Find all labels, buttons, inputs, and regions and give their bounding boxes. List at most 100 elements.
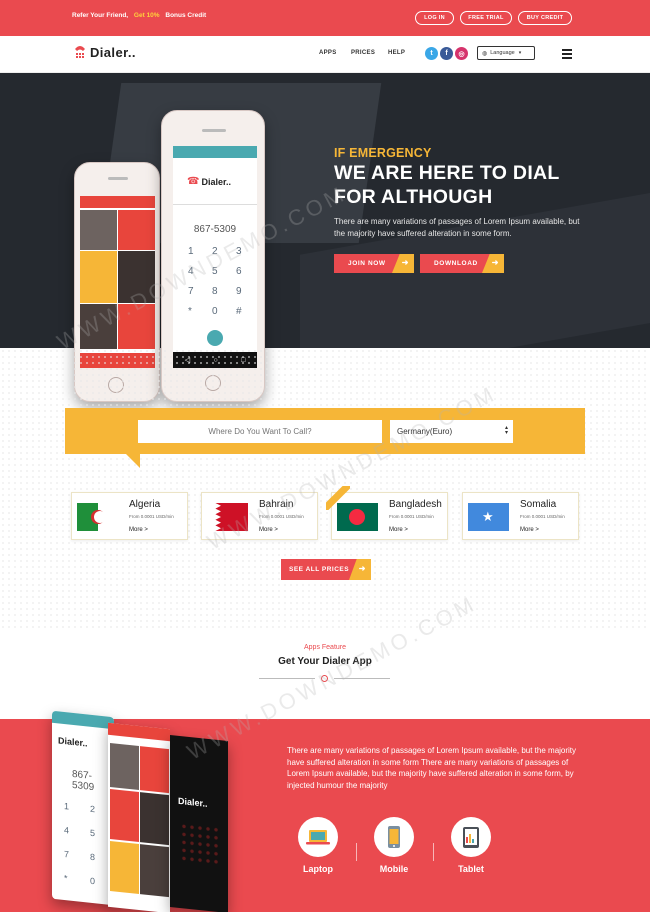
country-name: Bahrain (259, 499, 294, 510)
facebook-icon[interactable]: f (440, 47, 453, 60)
join-now-label: JOIN NOW (348, 260, 386, 267)
tablet-icon[interactable] (451, 817, 491, 857)
keypad-key: 0 (212, 306, 218, 317)
dialer-logo-icon: ☎ (187, 176, 200, 187)
country-more-link[interactable]: More > (520, 527, 539, 533)
title-divider-dot (321, 675, 328, 682)
hero-title: WE ARE HERE TO DIAL FOR ALTHOUGH (334, 162, 560, 208)
phone-app-name: Dialer.. (201, 176, 231, 187)
keypad-key: 4 (188, 266, 194, 277)
promo-left: Refer Your Friend, (72, 12, 129, 19)
keypad-key: * (188, 306, 192, 317)
country-rate: From 0.0001 USD/min (259, 514, 304, 519)
main-nav: Dialer.. APPS PRICES HELP t f ◎ ◍ Langua… (0, 36, 650, 73)
login-button[interactable]: LOG IN (415, 11, 454, 25)
nav-link-help[interactable]: HELP (388, 50, 405, 56)
phone-mockup-back (74, 162, 160, 402)
keypad-key: 1 (188, 246, 194, 257)
home-button (108, 377, 124, 393)
promo-highlight: Get 10% (133, 12, 160, 19)
keypad-key: 7 (188, 286, 194, 297)
hero-eyebrow: IF EMERGENCY (334, 146, 432, 160)
apps-text: There are many variations of passages of… (287, 746, 577, 790)
best-price-ribbon (326, 486, 350, 510)
download-button[interactable]: DOWNLOAD ➜ (420, 254, 504, 273)
title-divider-right (334, 678, 390, 679)
nav-link-apps[interactable]: APPS (319, 50, 337, 56)
top-bar: Refer Your Friend, Get 10% Bonus Credit … (0, 0, 650, 36)
splash-logo: Dialer.. (178, 795, 208, 809)
country-card-algeria[interactable]: Algeria From 0.0001 USD/min More > (71, 492, 188, 540)
phone-nav-bar: ◁ ○ □ (173, 352, 257, 368)
phone-mockup-front: ☎ Dialer.. 867-5309 1 2 3 4 5 6 7 8 9 * 0 # ◁ ○ □ (161, 110, 265, 402)
arrow-right-icon: ➜ (358, 564, 366, 573)
device-label-laptop: Laptop (303, 864, 333, 874)
logo-text: Dialer.. (90, 44, 136, 60)
country-card-somalia[interactable]: ★ Somalia From 0.0001 USD/min More > (462, 492, 579, 540)
country-name: Algeria (129, 499, 161, 510)
buy-credit-button[interactable]: BUY CREDIT (518, 11, 572, 25)
keypad-key: # (236, 306, 242, 317)
keypad-key: 2 (212, 246, 218, 257)
country-rate: From 0.0001 USD/min (129, 514, 174, 519)
select-arrows-icon: ▴ ▾ (504, 425, 508, 436)
algeria-flag-icon (77, 503, 118, 531)
join-now-button[interactable]: JOIN NOW ➜ (334, 254, 414, 273)
language-select[interactable]: ◍ Language ▾ (477, 46, 535, 60)
device-label-tablet: Tablet (458, 864, 484, 874)
app-screen-dialer: Dialer.. 867-5309 1 4 7 * 2580 (52, 710, 114, 906)
title-divider-left (259, 678, 315, 679)
somalia-flag-icon: ★ (468, 503, 509, 531)
keypad-key: 8 (212, 286, 218, 297)
country-card-bahrain[interactable]: Bahrain From 0.0001 USD/min More > (201, 492, 318, 540)
app-screen-contacts (108, 722, 170, 912)
mobile-icon[interactable] (374, 817, 414, 857)
language-label: Language (490, 50, 515, 56)
app-screen-splash: Dialer.. (170, 734, 228, 912)
country-name: Bangladesh (389, 499, 442, 510)
nav-link-prices[interactable]: PRICES (351, 50, 375, 56)
call-icon (207, 330, 223, 346)
country-name: Somalia (520, 499, 557, 510)
keypad-key: 5 (212, 266, 218, 277)
laptop-icon[interactable] (298, 817, 338, 857)
twitter-icon[interactable]: t (425, 47, 438, 60)
destination-search-input[interactable] (138, 420, 382, 443)
home-icon: ○ (213, 356, 218, 364)
keypad-key: 3 (236, 246, 242, 257)
phone-logo-icon (73, 44, 87, 60)
country-rate: From 0.0001 USD/min (389, 514, 434, 519)
arrow-right-icon: ➜ (401, 258, 409, 267)
recent-apps-icon: □ (241, 356, 246, 364)
currency-value: Germany(Euro) (397, 427, 453, 436)
promo-right: Bonus Credit (165, 12, 207, 19)
country-more-link[interactable]: More > (259, 527, 278, 533)
free-trial-button[interactable]: FREE TRIAL (460, 11, 512, 25)
download-label: DOWNLOAD (434, 260, 478, 267)
country-rate: From 0.0001 USD/min (520, 514, 565, 519)
see-all-prices-button[interactable]: SEE ALL PRICES ➜ (281, 559, 371, 580)
see-all-prices-label: SEE ALL PRICES (289, 566, 350, 573)
globe-icon: ◍ (482, 50, 488, 57)
bahrain-flag-icon (207, 503, 248, 531)
phone-dial-number: 867-5309 (193, 224, 237, 235)
country-more-link[interactable]: More > (389, 527, 408, 533)
home-button (205, 375, 221, 391)
device-label-mobile: Mobile (379, 864, 409, 874)
country-more-link[interactable]: More > (129, 527, 148, 533)
section-subtitle: Apps Feature (303, 644, 347, 651)
phone-screen-list (80, 196, 155, 368)
instagram-icon[interactable]: ◎ (455, 47, 468, 60)
promo-text: Refer Your Friend, Get 10% Bonus Credit (72, 12, 206, 19)
back-icon: ◁ (184, 357, 191, 364)
hero-text: There are many variations of passages of… (334, 217, 580, 238)
chevron-down-icon: ▾ (518, 50, 522, 56)
menu-icon[interactable] (562, 49, 572, 61)
keypad-key: 9 (236, 286, 242, 297)
phone-screen-dialer: ☎ Dialer.. 867-5309 1 2 3 4 5 6 7 8 9 * 0 # ◁ ○ □ (173, 146, 257, 368)
currency-select[interactable]: Germany(Euro) ▴ ▾ (390, 420, 513, 443)
arrow-right-icon: ➜ (491, 258, 499, 267)
section-title: Get Your Dialer App (278, 656, 372, 667)
keypad-key: 6 (236, 266, 242, 277)
logo[interactable]: Dialer.. (73, 44, 136, 60)
